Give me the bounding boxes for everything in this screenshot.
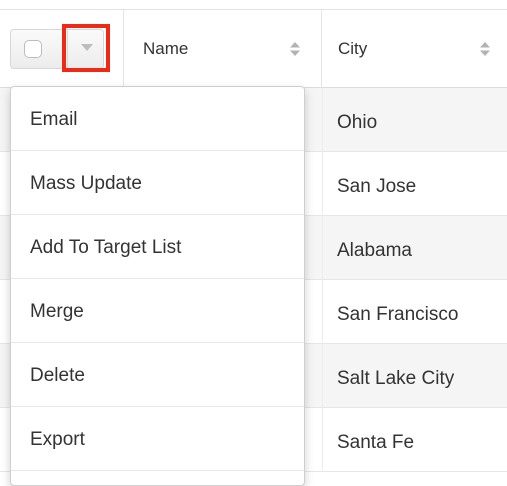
column-header-name[interactable]: Name bbox=[124, 10, 322, 88]
city-cell: San Francisco bbox=[337, 304, 459, 325]
column-label-name: Name bbox=[143, 39, 189, 58]
column-divider bbox=[322, 408, 323, 472]
menu-item-mass-update[interactable]: Mass Update bbox=[11, 151, 304, 215]
menu-item-label: Merge bbox=[30, 301, 84, 322]
city-cell: Alabama bbox=[337, 240, 412, 261]
city-cell: Santa Fe bbox=[337, 432, 415, 453]
sort-icon[interactable] bbox=[289, 41, 301, 57]
menu-item-label: Mass Update bbox=[30, 173, 142, 194]
column-divider bbox=[322, 88, 323, 152]
column-divider bbox=[322, 152, 323, 216]
menu-item-label: Email bbox=[30, 109, 78, 130]
menu-item-label: Delete bbox=[30, 365, 85, 386]
menu-item-export[interactable]: Export bbox=[11, 407, 304, 471]
sort-icon[interactable] bbox=[479, 41, 491, 57]
menu-item-label: Export bbox=[30, 429, 85, 450]
menu-item-merge[interactable]: Merge bbox=[11, 279, 304, 343]
mass-actions-dropdown-button[interactable] bbox=[62, 24, 110, 72]
mass-actions-menu: Email Mass Update Add To Target List Mer… bbox=[10, 86, 305, 486]
chevron-down-icon bbox=[81, 44, 93, 51]
menu-item-add-to-target-list[interactable]: Add To Target List bbox=[11, 215, 304, 279]
city-cell: Ohio bbox=[337, 112, 378, 133]
select-all-checkbox[interactable] bbox=[24, 40, 42, 58]
column-divider bbox=[322, 216, 323, 280]
menu-item-email[interactable]: Email bbox=[11, 87, 304, 151]
city-cell: Salt Lake City bbox=[337, 368, 455, 389]
menu-item-delete[interactable]: Delete bbox=[11, 343, 304, 407]
city-cell: San Jose bbox=[337, 176, 417, 197]
column-divider bbox=[322, 280, 323, 344]
column-divider bbox=[322, 344, 323, 408]
menu-item-label: Add To Target List bbox=[30, 237, 182, 258]
column-label-city: City bbox=[338, 39, 368, 58]
column-header-city[interactable]: City bbox=[322, 10, 507, 88]
